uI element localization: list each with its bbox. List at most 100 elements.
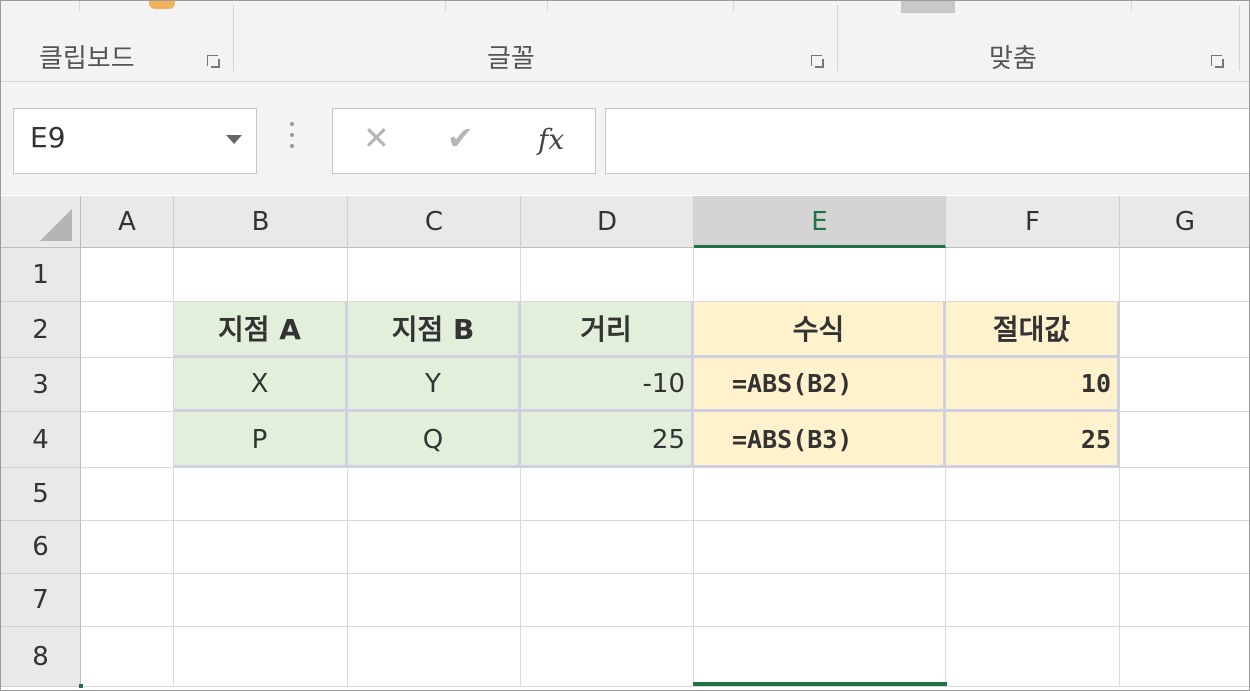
cell-f5[interactable] [946,468,1120,521]
group-separator [837,5,838,71]
alignment-icon[interactable] [901,1,955,13]
paste-icon[interactable] [149,1,175,9]
cell-d5[interactable] [521,468,694,521]
cell-e4[interactable]: =ABS(B3) [694,412,946,468]
cell-e6[interactable] [694,521,946,574]
row-header-6[interactable]: 6 [1,521,81,574]
cell-d2[interactable]: 거리 [521,302,694,358]
cell-a8[interactable] [81,627,174,687]
formula-input[interactable] [605,108,1249,174]
group-label-clipboard: 클립보드 [39,44,135,74]
row-selection-marker [79,684,83,688]
row-header-3[interactable]: 3 [1,358,81,412]
cell-b8[interactable] [174,627,348,687]
cell-f8[interactable] [946,627,1120,687]
cell-c6[interactable] [348,521,521,574]
cell-e2[interactable]: 수식 [694,302,946,358]
chevron-down-icon[interactable] [226,135,242,144]
cell-e7[interactable] [694,574,946,627]
cell-c3[interactable]: Y [348,358,521,412]
group-separator [233,5,234,71]
selected-cell-border [693,682,947,686]
cell-f7[interactable] [946,574,1120,627]
font-launcher-icon[interactable] [809,53,825,69]
cell-d8[interactable] [521,627,694,687]
cell-e1[interactable] [694,248,946,302]
column-header-b[interactable]: B [174,196,348,248]
cell-c4[interactable]: Q [348,412,521,468]
column-header-f[interactable]: F [946,196,1120,248]
checkmark-icon[interactable]: ✔ [447,119,474,157]
close-icon[interactable]: ✕ [363,119,390,157]
clipboard-launcher-icon[interactable] [205,53,221,69]
cell-a4[interactable] [81,412,174,468]
alignment-launcher-icon[interactable] [1209,53,1225,69]
cell-a1[interactable] [81,248,174,302]
cell-g2[interactable] [1120,302,1249,358]
cell-f2[interactable]: 절대값 [946,302,1120,358]
cell-a6[interactable] [81,521,174,574]
formula-buttons: ✕ ✔ fx [332,108,596,174]
cell-f6[interactable] [946,521,1120,574]
cell-c5[interactable] [348,468,521,521]
row-header-7[interactable]: 7 [1,574,81,627]
select-all-button[interactable] [1,196,81,248]
cell-e5[interactable] [694,468,946,521]
cell-c1[interactable] [348,248,521,302]
drag-handle-icon[interactable] [288,122,296,156]
column-header-e[interactable]: E [694,196,946,248]
cell-a7[interactable] [81,574,174,627]
cell-g5[interactable] [1120,468,1249,521]
name-box-value: E9 [30,121,66,154]
formula-bar: E9 ✕ ✔ fx [1,82,1249,195]
row-header-2[interactable]: 2 [1,302,81,358]
cell-b6[interactable] [174,521,348,574]
cell-b4[interactable]: P [174,412,348,468]
column-header-g[interactable]: G [1120,196,1249,248]
cell-b1[interactable] [174,248,348,302]
cell-d3[interactable]: -10 [521,358,694,412]
cell-g8[interactable] [1120,627,1249,687]
cell-d6[interactable] [521,521,694,574]
cell-g6[interactable] [1120,521,1249,574]
cell-f1[interactable] [946,248,1120,302]
cell-c2[interactable]: 지점 B [348,302,521,358]
name-box[interactable]: E9 [13,108,257,174]
cell-b7[interactable] [174,574,348,627]
spreadsheet-grid: A B C D E F G 1 2 3 4 5 6 7 8 지점 A 지점 B … [1,196,1249,690]
cell-d1[interactable] [521,248,694,302]
cell-g7[interactable] [1120,574,1249,627]
cell-d7[interactable] [521,574,694,627]
ribbon-divider [733,1,734,11]
cell-g1[interactable] [1120,248,1249,302]
cell-b2[interactable]: 지점 A [174,302,348,358]
ribbon-divider [547,1,548,11]
cell-e8[interactable] [694,627,946,687]
row-header-4[interactable]: 4 [1,412,81,468]
cell-g4[interactable] [1120,412,1249,468]
cell-a3[interactable] [81,358,174,412]
insert-function-icon[interactable]: fx [538,123,564,156]
row-header-8[interactable]: 8 [1,627,81,687]
group-label-font: 글꼴 [487,44,535,74]
group-separator [1239,5,1240,71]
cell-c8[interactable] [348,627,521,687]
group-label-alignment: 맞춤 [989,44,1037,74]
cell-f3[interactable]: 10 [946,358,1120,412]
row-header-1[interactable]: 1 [1,248,81,302]
cell-b5[interactable] [174,468,348,521]
cell-f4[interactable]: 25 [946,412,1120,468]
ribbon-divider [1131,1,1132,11]
cell-e3[interactable]: =ABS(B2) [694,358,946,412]
column-header-a[interactable]: A [81,196,174,248]
cell-a5[interactable] [81,468,174,521]
cell-d4[interactable]: 25 [521,412,694,468]
column-header-c[interactable]: C [348,196,521,248]
cell-a2[interactable] [81,302,174,358]
cell-b3[interactable]: X [174,358,348,412]
column-header-d[interactable]: D [521,196,694,248]
cell-c7[interactable] [348,574,521,627]
ribbon-divider [445,1,446,11]
cell-g3[interactable] [1120,358,1249,412]
row-header-5[interactable]: 5 [1,468,81,521]
